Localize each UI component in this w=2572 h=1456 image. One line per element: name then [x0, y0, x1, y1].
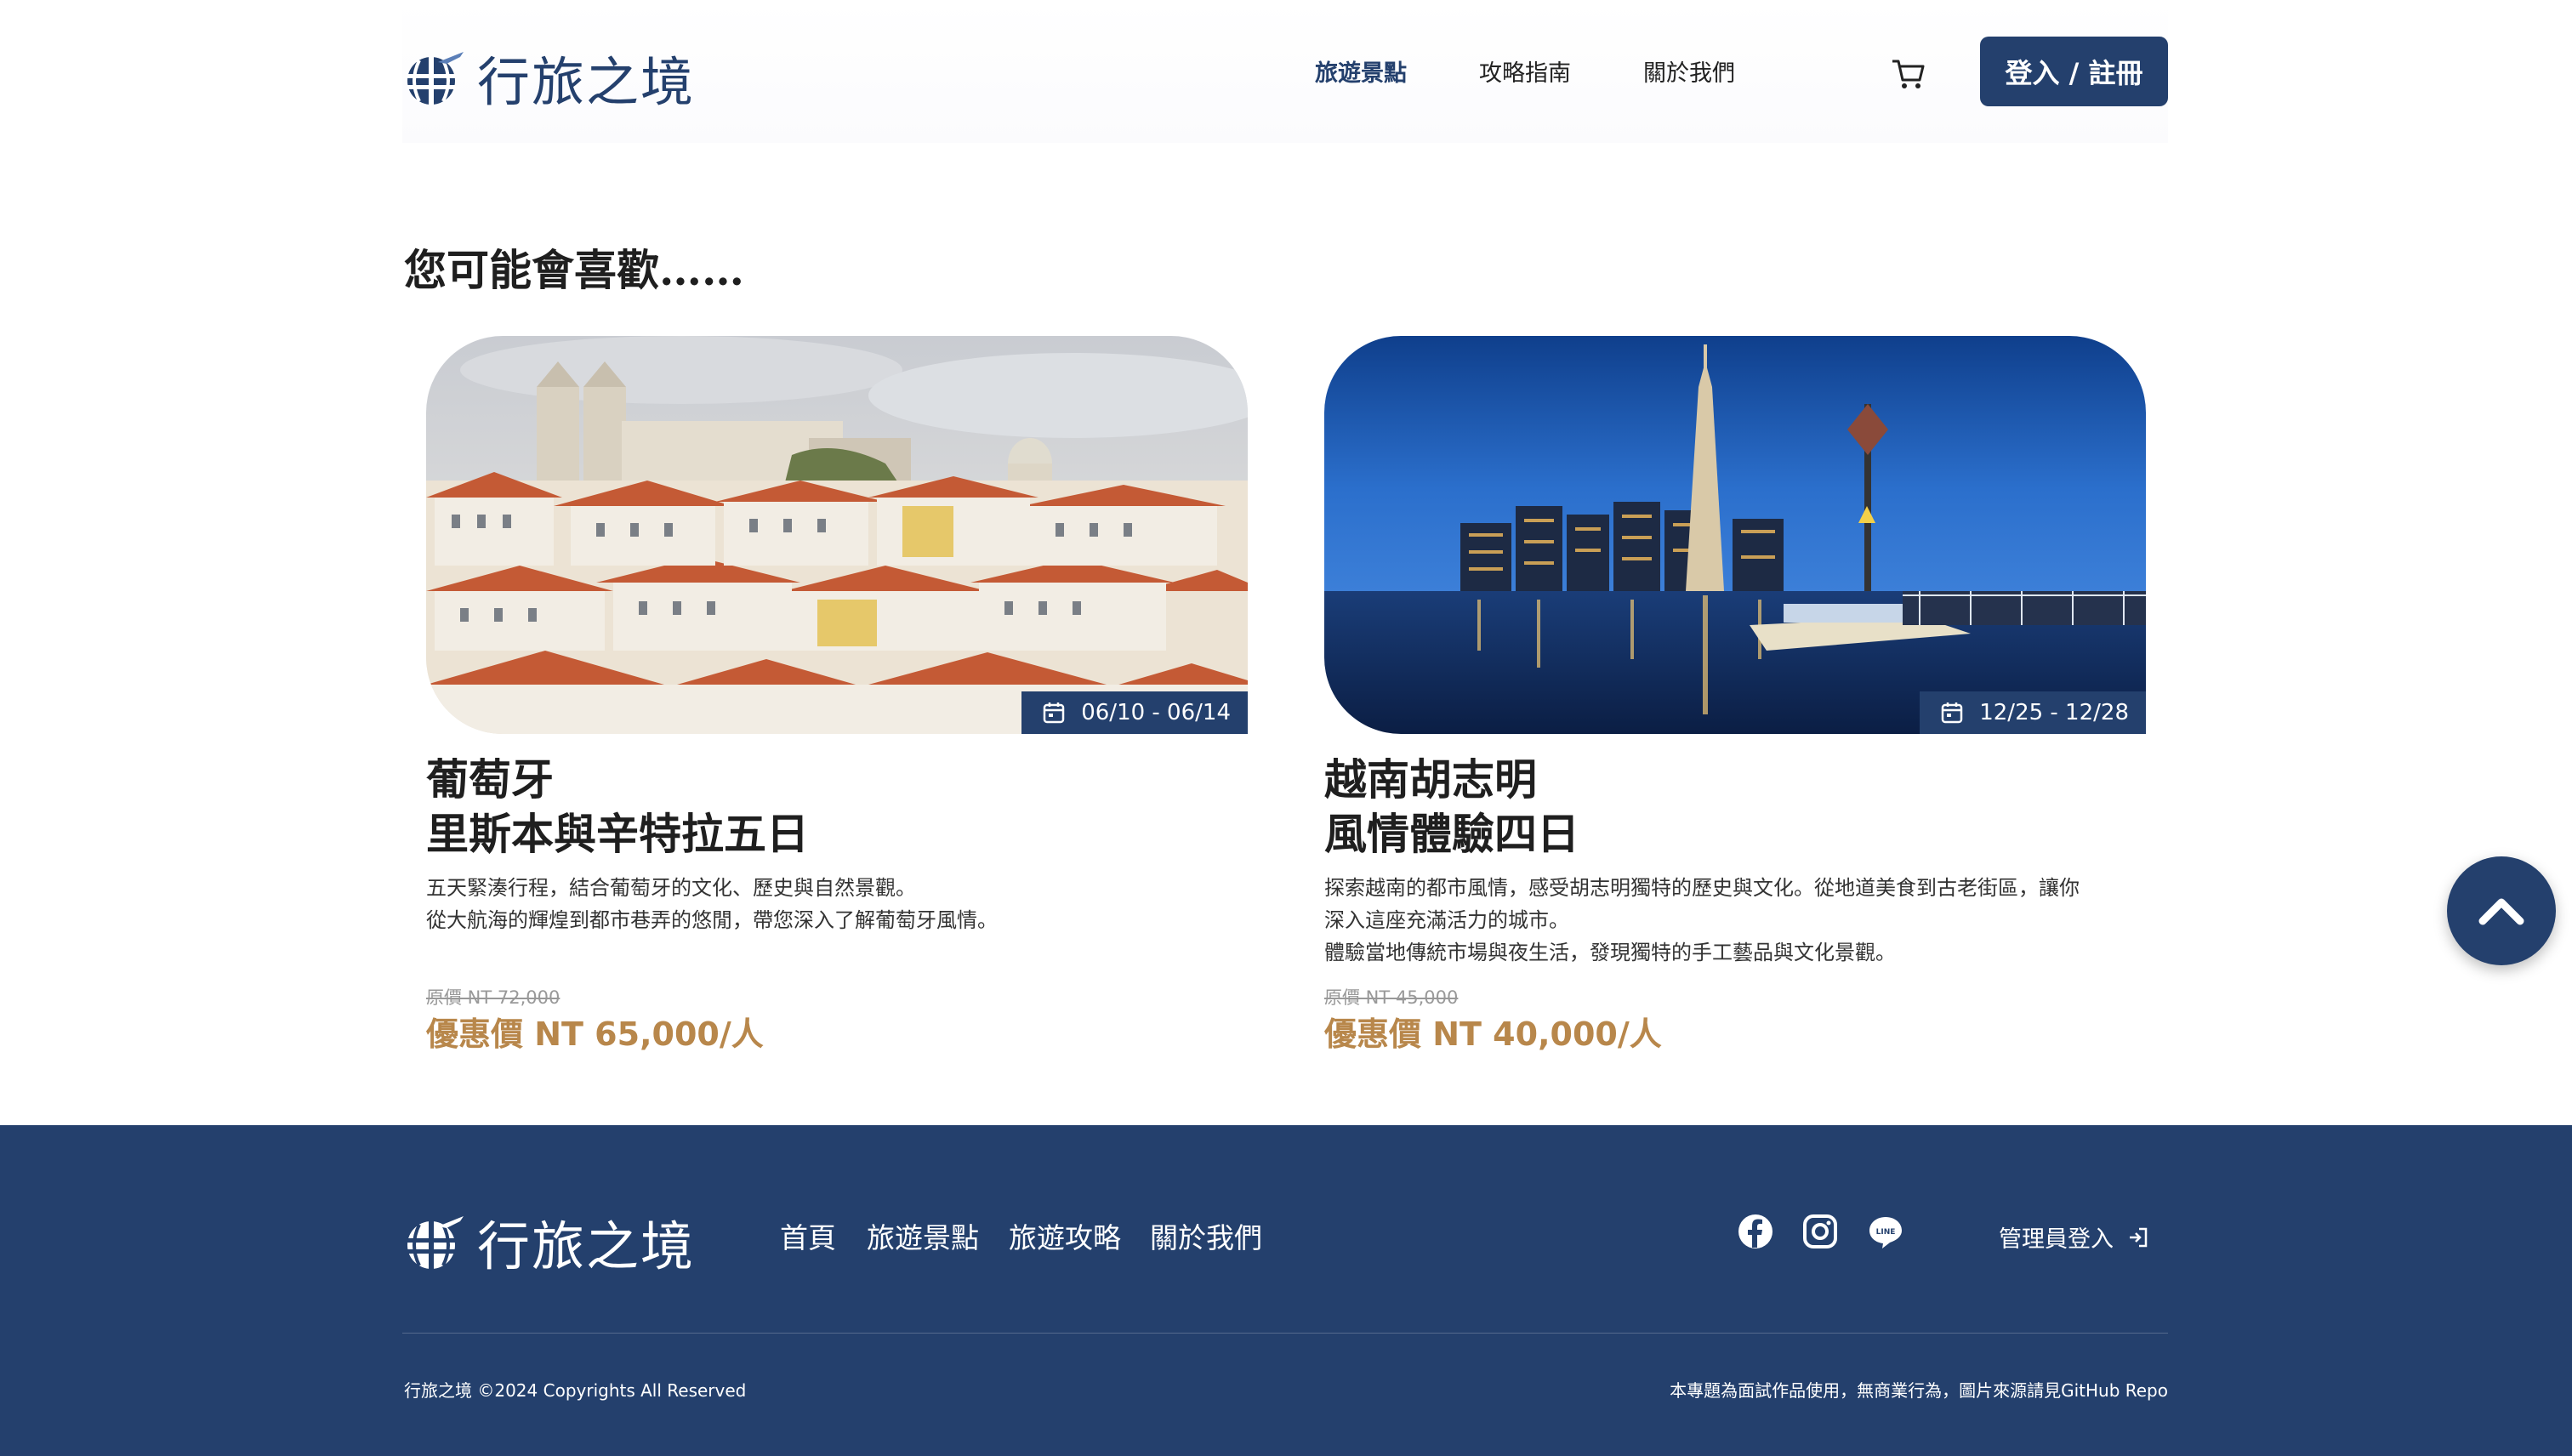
tour-image-saigon	[1324, 336, 2146, 734]
instagram-icon[interactable]	[1802, 1214, 1838, 1249]
nav-about[interactable]: 關於我們	[1643, 54, 1735, 88]
tour-card-vietnam[interactable]: 12/25 - 12/28 越南胡志明 風情體驗四日 探索越南的都市風情，感受胡…	[1324, 336, 2146, 1067]
site-footer: 行旅之境 首頁 旅遊景點 旅遊攻略 關於我們 LINE 管理員登入 行旅之境 ©…	[0, 1125, 2572, 1456]
tour-title-line: 風情體驗四日	[1324, 809, 1579, 859]
calendar-icon	[1043, 702, 1065, 724]
footer-link-home[interactable]: 首頁	[780, 1215, 836, 1256]
copyright: 行旅之境 ©2024 Copyrights All Reserved	[404, 1380, 747, 1401]
brand-name: 行旅之境	[477, 51, 696, 113]
footer-link-guides[interactable]: 旅遊攻略	[1009, 1215, 1121, 1256]
brand-logo[interactable]: 行旅之境	[404, 39, 695, 116]
nav-destinations[interactable]: 旅遊景點	[1315, 54, 1407, 88]
tour-title-line: 越南胡志明	[1324, 754, 1537, 805]
tour-title-line: 里斯本與辛特拉五日	[426, 809, 809, 859]
chevron-up-icon	[2478, 898, 2524, 925]
footer-link-about[interactable]: 關於我們	[1150, 1215, 1262, 1256]
sale-price: 優惠價 NT 65,000/人	[426, 1015, 764, 1053]
tour-desc-line: 深入這座充滿活力的城市。	[1324, 908, 1569, 932]
back-to-top-button[interactable]	[2447, 856, 2556, 965]
login-register-button[interactable]: 登入 / 註冊	[1980, 37, 2168, 106]
footer-brand-name: 行旅之境	[477, 1215, 696, 1277]
footer-brand-logo[interactable]: 行旅之境	[404, 1203, 695, 1280]
footer-link-destinations[interactable]: 旅遊景點	[867, 1215, 979, 1256]
tour-date-badge: 12/25 - 12/28	[1920, 691, 2146, 734]
original-price: 原價 NT 45,000	[1324, 987, 1459, 1008]
svg-text:LINE: LINE	[1876, 1228, 1896, 1237]
admin-login-link[interactable]: 管理員登入	[1999, 1220, 2149, 1254]
tour-date: 06/10 - 06/14	[1081, 700, 1231, 725]
globe-plane-icon	[407, 1216, 464, 1269]
footer-divider	[402, 1333, 2168, 1334]
tour-description: 探索越南的都市風情，感受胡志明獨特的歷史與文化。從地道美食到古老街區，讓你 深入…	[1324, 872, 2146, 969]
tour-image-lisbon	[426, 336, 1248, 734]
section-title: 您可能會喜歡……	[404, 245, 744, 295]
admin-login-label: 管理員登入	[1999, 1226, 2114, 1253]
disclaimer[interactable]: 本專題為面試作品使用，無商業行為，圖片來源請見GitHub Repo	[1670, 1377, 2168, 1402]
globe-plane-icon	[407, 52, 464, 105]
tour-description: 五天緊湊行程，結合葡萄牙的文化、歷史與自然景觀。 從大航海的輝煌到都市巷弄的悠閒…	[426, 872, 1248, 936]
original-price: 原價 NT 72,000	[426, 987, 560, 1008]
tour-desc-line: 從大航海的輝煌到都市巷弄的悠閒，帶您深入了解葡萄牙風情。	[426, 908, 998, 932]
nav-guides[interactable]: 攻略指南	[1479, 54, 1571, 88]
calendar-icon	[1941, 702, 1963, 724]
tour-desc-line: 五天緊湊行程，結合葡萄牙的文化、歷史與自然景觀。	[426, 876, 916, 900]
tour-title: 葡萄牙 里斯本與辛特拉五日	[426, 753, 809, 862]
line-icon[interactable]: LINE	[1868, 1214, 1903, 1249]
tour-desc-line: 體驗當地傳統市場與夜生活，發現獨特的手工藝品與文化景觀。	[1324, 941, 1896, 964]
sale-price: 優惠價 NT 40,000/人	[1324, 1015, 1662, 1053]
tour-date: 12/25 - 12/28	[1979, 700, 2129, 725]
tour-title: 越南胡志明 風情體驗四日	[1324, 753, 1579, 862]
sign-in-icon	[2130, 1227, 2148, 1247]
tour-card-portugal[interactable]: 06/10 - 06/14 葡萄牙 里斯本與辛特拉五日 五天緊湊行程，結合葡萄牙…	[426, 336, 1248, 1067]
facebook-icon[interactable]	[1738, 1214, 1773, 1249]
cart-icon[interactable]	[1890, 56, 1926, 92]
tour-desc-line: 探索越南的都市風情，感受胡志明獨特的歷史與文化。從地道美食到古老街區，讓你	[1324, 876, 2080, 900]
tour-date-badge: 06/10 - 06/14	[1021, 691, 1248, 734]
tour-title-line: 葡萄牙	[426, 754, 554, 805]
